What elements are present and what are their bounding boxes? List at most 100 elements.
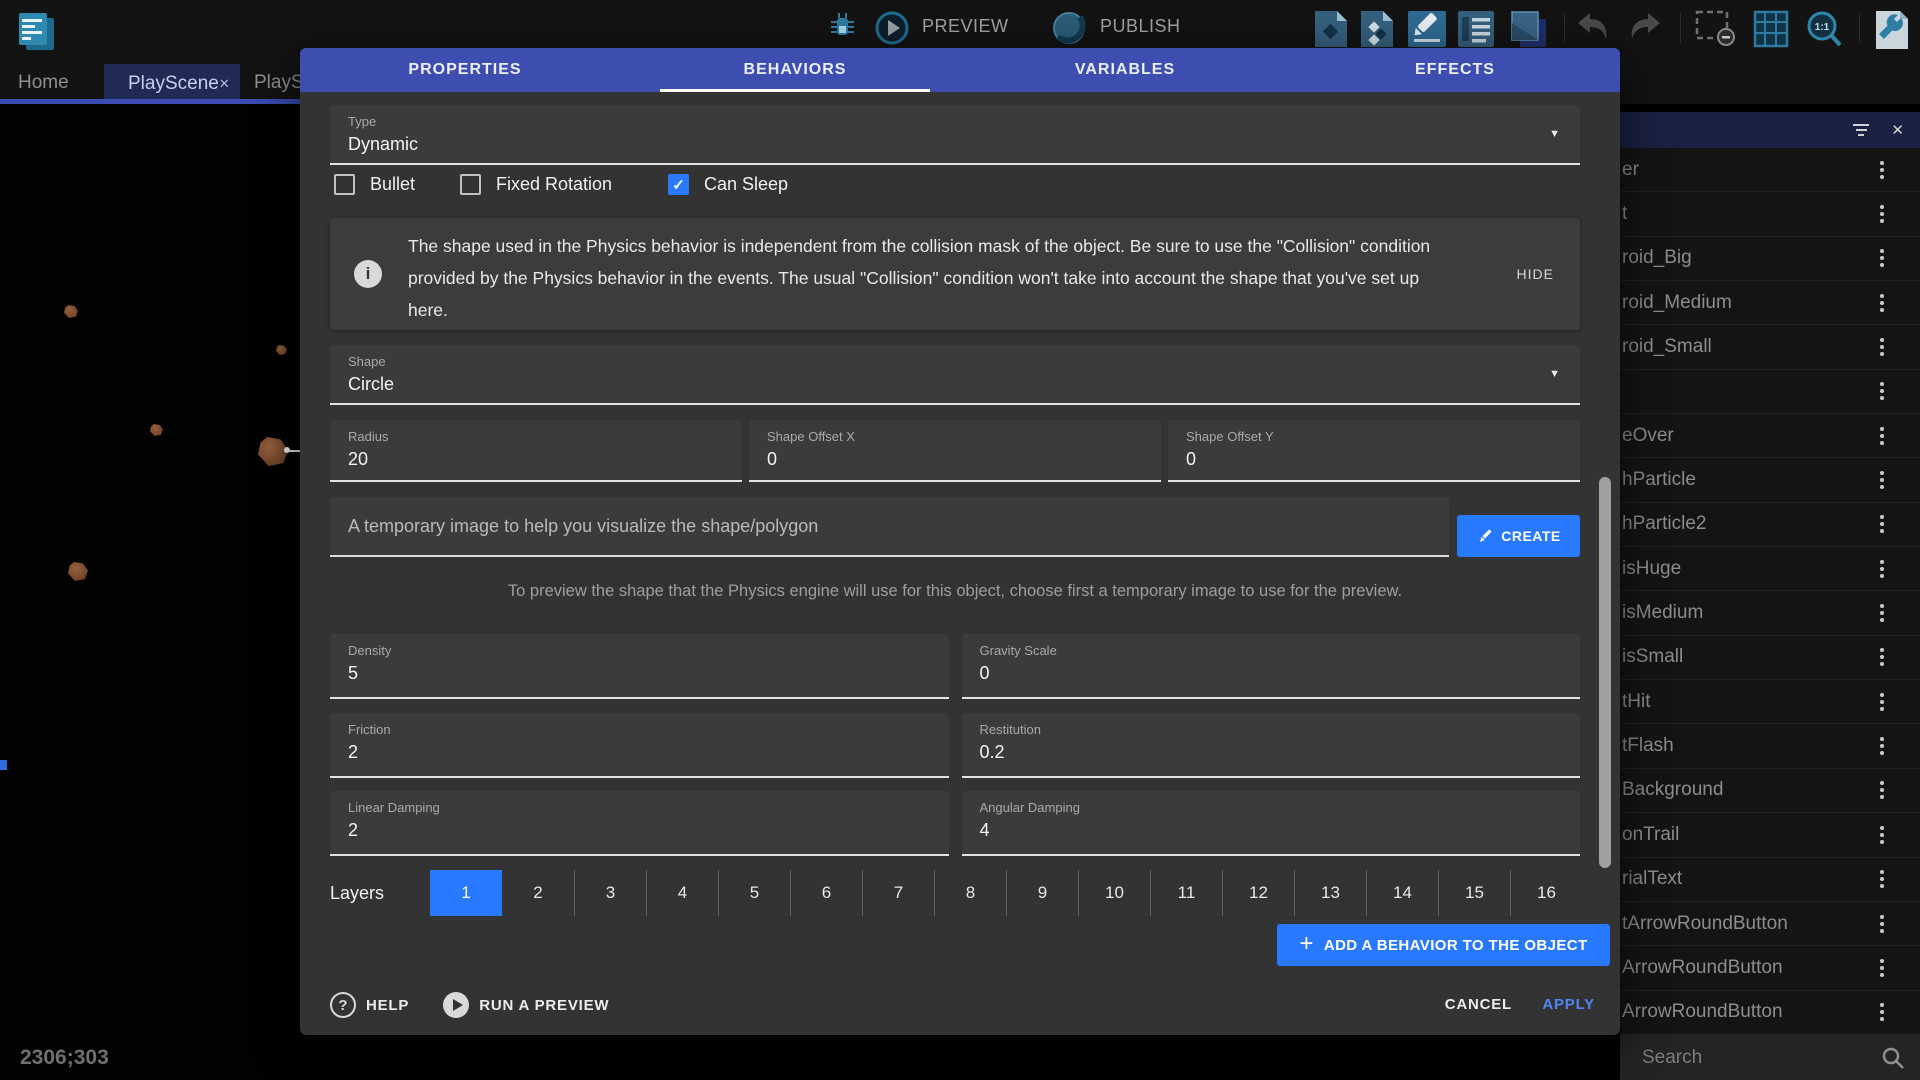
undo-icon[interactable]: [1574, 9, 1614, 45]
asteroid-sprite[interactable]: [68, 562, 88, 581]
field-density[interactable]: Density5: [330, 634, 949, 699]
item-menu-icon[interactable]: [1880, 560, 1884, 578]
object-list-item[interactable]: tFlash: [1620, 724, 1920, 768]
object-list-item[interactable]: isHuge: [1620, 547, 1920, 591]
layer-button-1[interactable]: 1: [430, 870, 502, 916]
help-icon[interactable]: ?: [330, 992, 356, 1018]
layer-button-8[interactable]: 8: [934, 870, 1006, 916]
object-list-item[interactable]: roid_Big: [1620, 237, 1920, 281]
object-list-item[interactable]: tHit: [1620, 680, 1920, 724]
object-list-item[interactable]: Background: [1620, 769, 1920, 813]
item-menu-icon[interactable]: [1880, 515, 1884, 533]
item-menu-icon[interactable]: [1880, 737, 1884, 755]
layers-icon[interactable]: [1506, 9, 1550, 49]
type-select[interactable]: Type Dynamic ▼: [330, 105, 1580, 165]
layer-button-12[interactable]: 12: [1222, 870, 1294, 916]
clear-selection-icon[interactable]: [1694, 9, 1738, 49]
object-list-item[interactable]: ArrowRoundButton: [1620, 946, 1920, 990]
item-menu-icon[interactable]: [1880, 870, 1884, 888]
layer-button-6[interactable]: 6: [790, 870, 862, 916]
checkbox-bullet[interactable]: Bullet: [334, 174, 415, 195]
layer-button-10[interactable]: 10: [1078, 870, 1150, 916]
layer-button-3[interactable]: 3: [574, 870, 646, 916]
tab-home[interactable]: Home: [18, 72, 69, 94]
item-menu-icon[interactable]: [1880, 826, 1884, 844]
object-list-item[interactable]: roid_Medium: [1620, 281, 1920, 325]
search-input[interactable]: [1640, 1046, 1860, 1070]
checkbox-box[interactable]: [334, 174, 355, 195]
item-menu-icon[interactable]: [1880, 604, 1884, 622]
zoom-1-1-icon[interactable]: 1:1: [1804, 9, 1846, 51]
close-panel-icon[interactable]: ✕: [1891, 121, 1904, 139]
dialog-tab-properties[interactable]: PROPERTIES: [300, 48, 630, 92]
events-sheet-icon[interactable]: [1456, 9, 1496, 49]
layer-button-15[interactable]: 15: [1438, 870, 1510, 916]
objects-group-icon[interactable]: [1358, 9, 1396, 49]
object-list-item[interactable]: tArrowRoundButton: [1620, 902, 1920, 946]
item-menu-icon[interactable]: [1880, 294, 1884, 312]
edit-scene-icon[interactable]: [1406, 9, 1448, 49]
help-button[interactable]: HELP: [366, 997, 409, 1014]
object-list-item[interactable]: t: [1620, 192, 1920, 236]
layer-button-9[interactable]: 9: [1006, 870, 1078, 916]
preview-button[interactable]: PREVIEW: [922, 16, 1009, 37]
add-object-icon[interactable]: [1312, 9, 1350, 49]
tab-playscene[interactable]: PlayScene ✕: [104, 64, 240, 104]
object-list-item[interactable]: roid_Small: [1620, 325, 1920, 369]
layer-button-2[interactable]: 2: [502, 870, 574, 916]
object-list-item[interactable]: hParticle: [1620, 458, 1920, 502]
preview-icon[interactable]: [873, 9, 911, 47]
field-radius[interactable]: Radius20: [330, 420, 742, 482]
object-list-item[interactable]: [1620, 370, 1920, 414]
debugger-icon[interactable]: [823, 9, 861, 47]
shape-select[interactable]: Shape Circle ▼: [330, 345, 1580, 405]
object-list-item[interactable]: er: [1620, 148, 1920, 192]
item-menu-icon[interactable]: [1880, 693, 1884, 711]
run-preview-button[interactable]: RUN A PREVIEW: [479, 997, 609, 1014]
item-menu-icon[interactable]: [1880, 648, 1884, 666]
temp-image-field[interactable]: A temporary image to help you visualize …: [330, 497, 1449, 557]
layer-button-5[interactable]: 5: [718, 870, 790, 916]
dialog-tab-effects[interactable]: EFFECTS: [1290, 48, 1620, 92]
object-list-item[interactable]: ArrowRoundButton: [1620, 991, 1920, 1035]
item-menu-icon[interactable]: [1880, 382, 1884, 400]
publish-button[interactable]: PUBLISH: [1100, 16, 1181, 37]
item-menu-icon[interactable]: [1880, 915, 1884, 933]
asteroid-sprite[interactable]: [150, 424, 163, 436]
layer-button-16[interactable]: 16: [1510, 870, 1582, 916]
dialog-scrollbar[interactable]: [1599, 477, 1611, 868]
item-menu-icon[interactable]: [1880, 161, 1884, 179]
checkbox-box[interactable]: [460, 174, 481, 195]
field-angular-damping[interactable]: Angular Damping4: [962, 791, 1581, 856]
checkbox-box[interactable]: ✓: [668, 174, 689, 195]
checkbox-can-sleep[interactable]: ✓Can Sleep: [668, 174, 788, 195]
project-tools-icon[interactable]: [1872, 9, 1912, 51]
item-menu-icon[interactable]: [1880, 471, 1884, 489]
cancel-button[interactable]: CANCEL: [1445, 992, 1512, 1018]
filter-icon[interactable]: [1853, 124, 1869, 136]
item-menu-icon[interactable]: [1880, 338, 1884, 356]
item-menu-icon[interactable]: [1880, 249, 1884, 267]
item-menu-icon[interactable]: [1880, 1003, 1884, 1021]
project-manager-icon[interactable]: [16, 10, 58, 54]
object-list-item[interactable]: isMedium: [1620, 591, 1920, 635]
redo-icon[interactable]: [1624, 9, 1664, 45]
dialog-tab-variables[interactable]: VARIABLES: [960, 48, 1290, 92]
tab-close-icon[interactable]: ✕: [219, 76, 230, 92]
object-list-item[interactable]: isSmall: [1620, 636, 1920, 680]
layer-button-4[interactable]: 4: [646, 870, 718, 916]
object-list-item[interactable]: rialText: [1620, 858, 1920, 902]
field-shape-offset-x[interactable]: Shape Offset X0: [749, 420, 1161, 482]
hide-button[interactable]: HIDE: [1517, 266, 1554, 282]
run-preview-icon[interactable]: [443, 992, 469, 1018]
asteroid-sprite[interactable]: [276, 345, 287, 355]
object-list-item[interactable]: onTrail: [1620, 813, 1920, 857]
item-menu-icon[interactable]: [1880, 205, 1884, 223]
layer-button-11[interactable]: 11: [1150, 870, 1222, 916]
publish-icon[interactable]: [1050, 9, 1088, 47]
item-menu-icon[interactable]: [1880, 959, 1884, 977]
asteroid-sprite[interactable]: [64, 305, 78, 318]
field-restitution[interactable]: Restitution0.2: [962, 713, 1581, 778]
field-gravity-scale[interactable]: Gravity Scale0: [962, 634, 1581, 699]
layer-button-13[interactable]: 13: [1294, 870, 1366, 916]
